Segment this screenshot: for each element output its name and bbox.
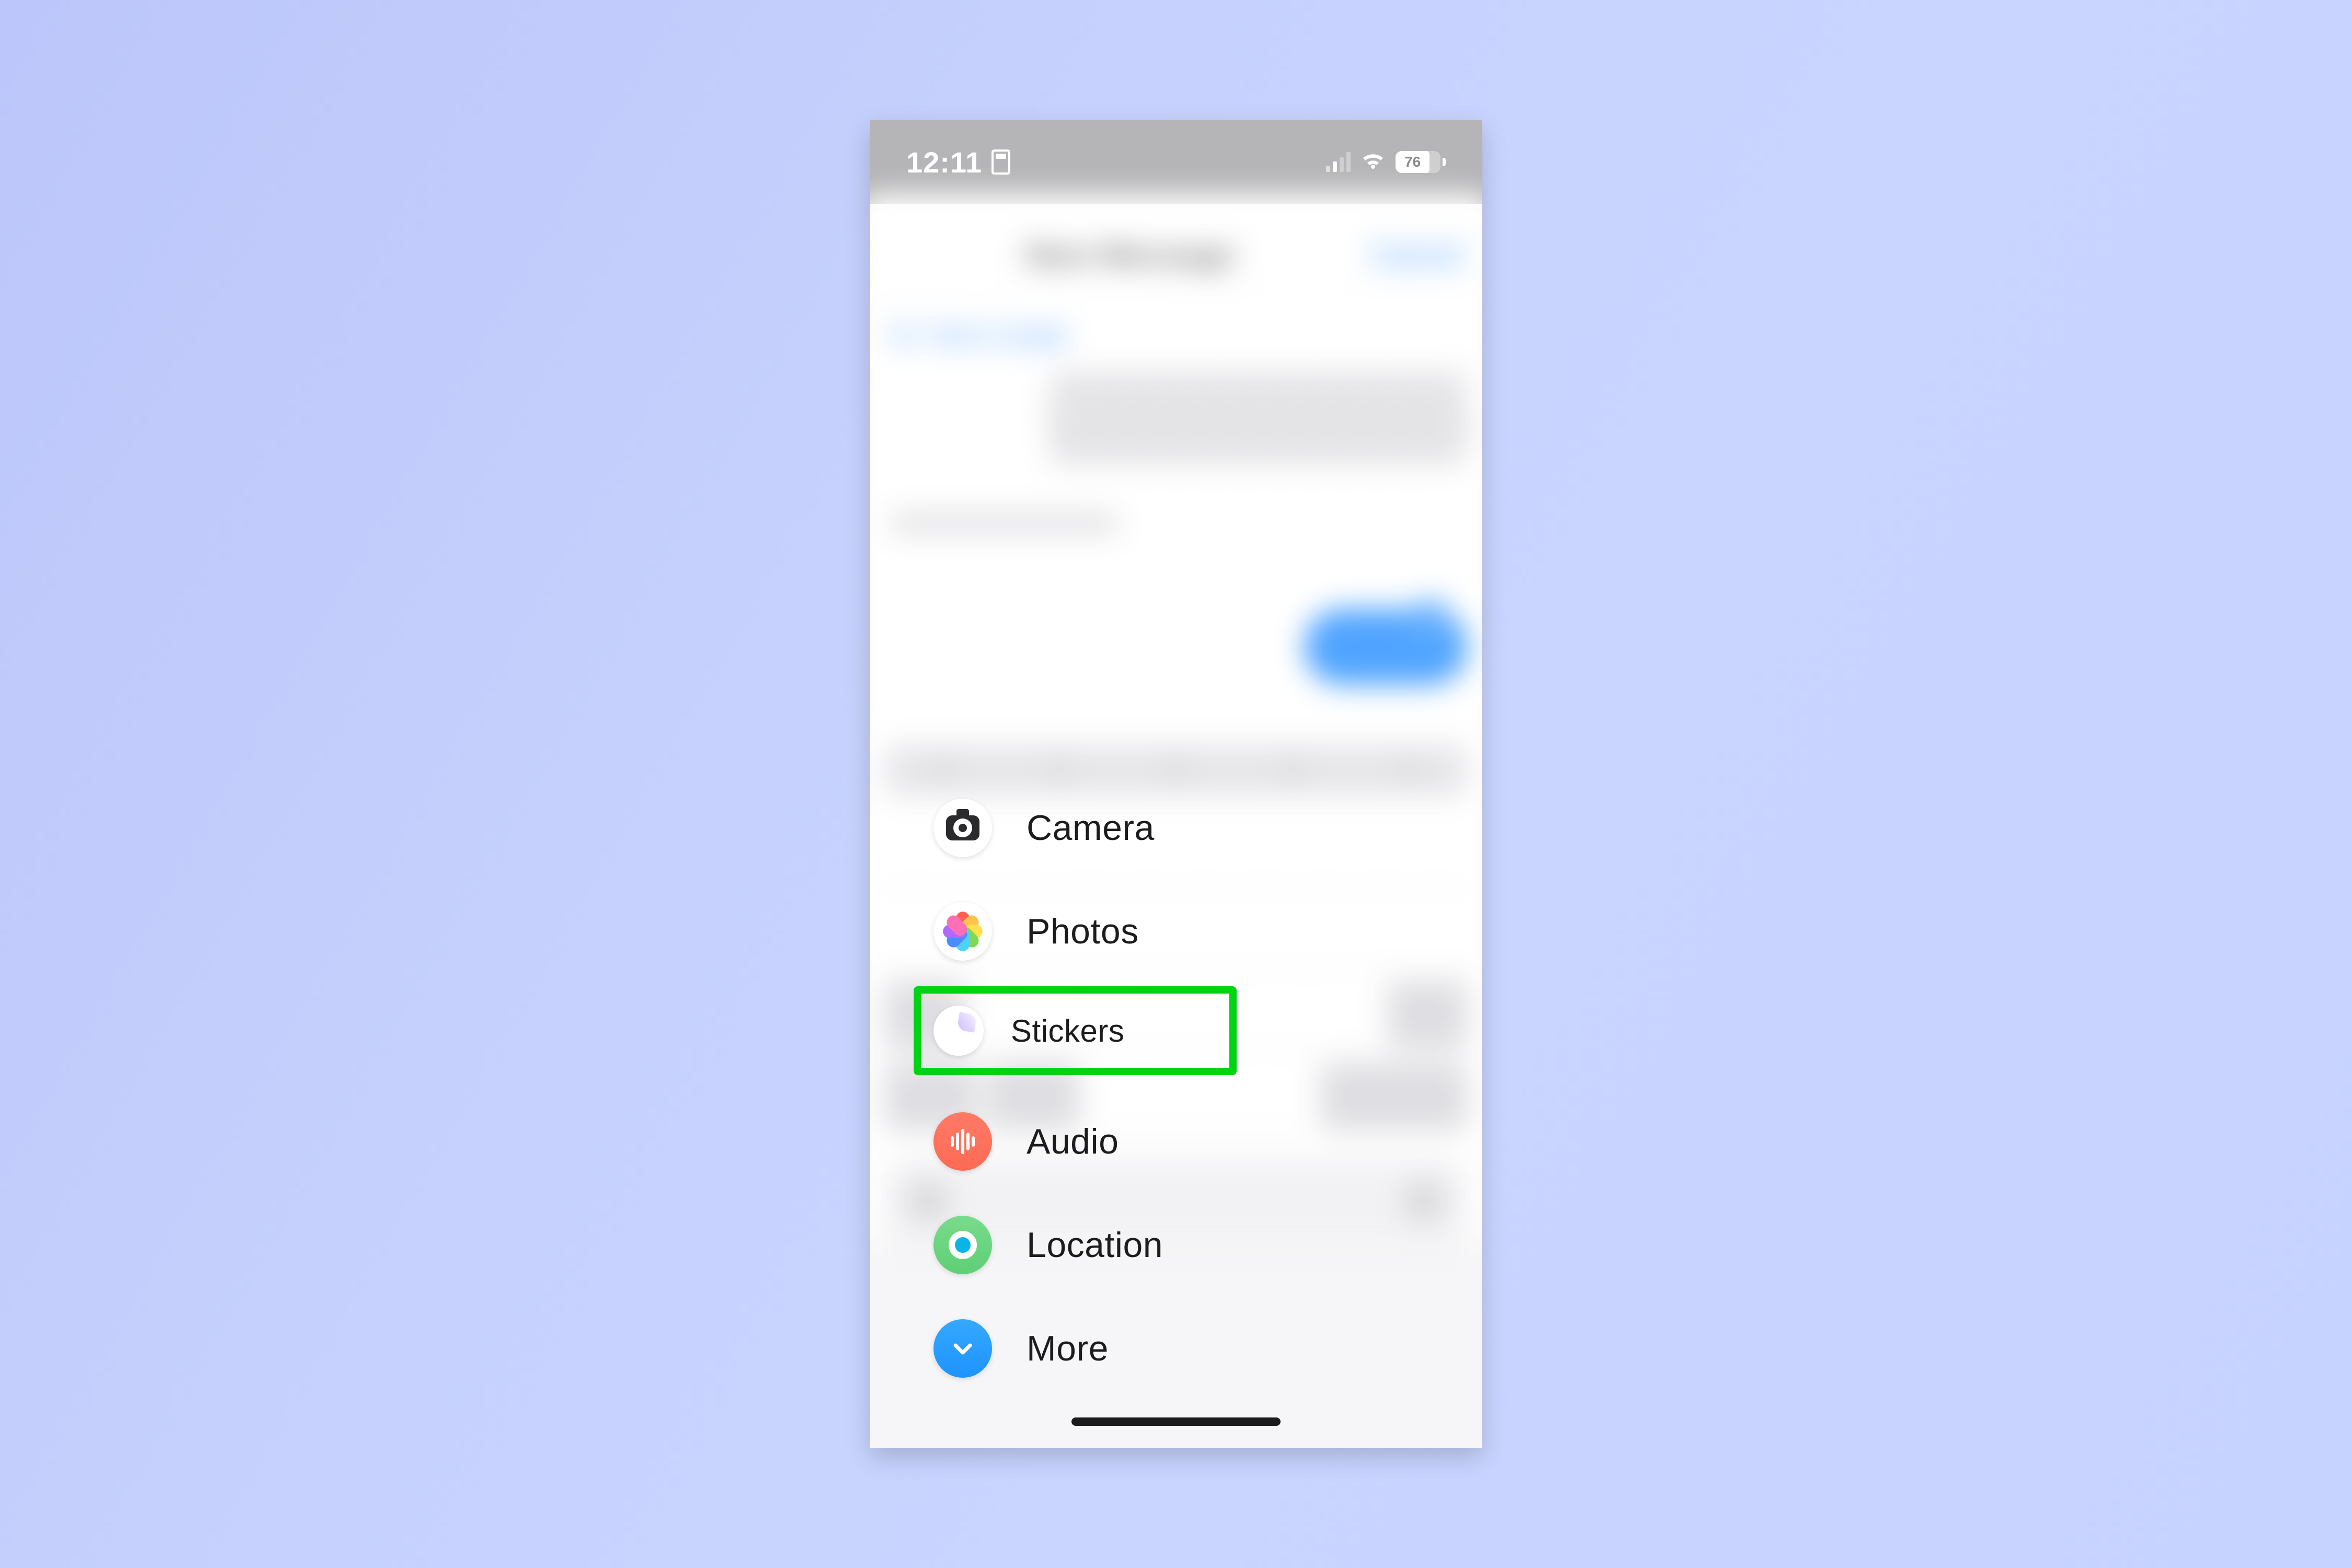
battery-indicator: 76 bbox=[1396, 151, 1446, 173]
menu-label: Camera bbox=[1027, 808, 1155, 848]
cellular-signal-icon bbox=[1326, 152, 1351, 172]
sim-card-icon bbox=[991, 149, 1010, 175]
battery-percent: 76 bbox=[1396, 151, 1429, 173]
stickers-icon bbox=[933, 1006, 984, 1056]
attachment-menu: Camera Photos Stickers bbox=[915, 776, 1237, 1400]
audio-icon bbox=[933, 1112, 992, 1171]
phone-screen: 12:11 76 New Message Cancel bbox=[870, 120, 1482, 1448]
menu-item-location[interactable]: Location bbox=[915, 1193, 1237, 1297]
location-icon bbox=[933, 1216, 992, 1274]
photos-icon bbox=[933, 902, 992, 961]
menu-label: Audio bbox=[1027, 1121, 1119, 1162]
status-time: 12:11 bbox=[906, 145, 982, 179]
menu-label: More bbox=[1027, 1328, 1109, 1369]
menu-label: Location bbox=[1027, 1225, 1163, 1265]
menu-item-photos[interactable]: Photos bbox=[915, 880, 1237, 983]
phone-screenshot: 12:11 76 New Message Cancel bbox=[870, 120, 1482, 1448]
home-indicator[interactable] bbox=[1071, 1417, 1281, 1426]
wifi-icon bbox=[1361, 150, 1385, 174]
menu-label: Stickers bbox=[1011, 1013, 1124, 1049]
camera-icon bbox=[933, 799, 992, 857]
menu-item-camera[interactable]: Camera bbox=[915, 776, 1237, 880]
chevron-down-icon bbox=[933, 1319, 992, 1378]
menu-item-audio[interactable]: Audio bbox=[915, 1090, 1237, 1193]
menu-item-stickers[interactable]: Stickers bbox=[914, 986, 1237, 1075]
menu-label: Photos bbox=[1027, 911, 1139, 952]
menu-item-more[interactable]: More bbox=[915, 1297, 1237, 1400]
